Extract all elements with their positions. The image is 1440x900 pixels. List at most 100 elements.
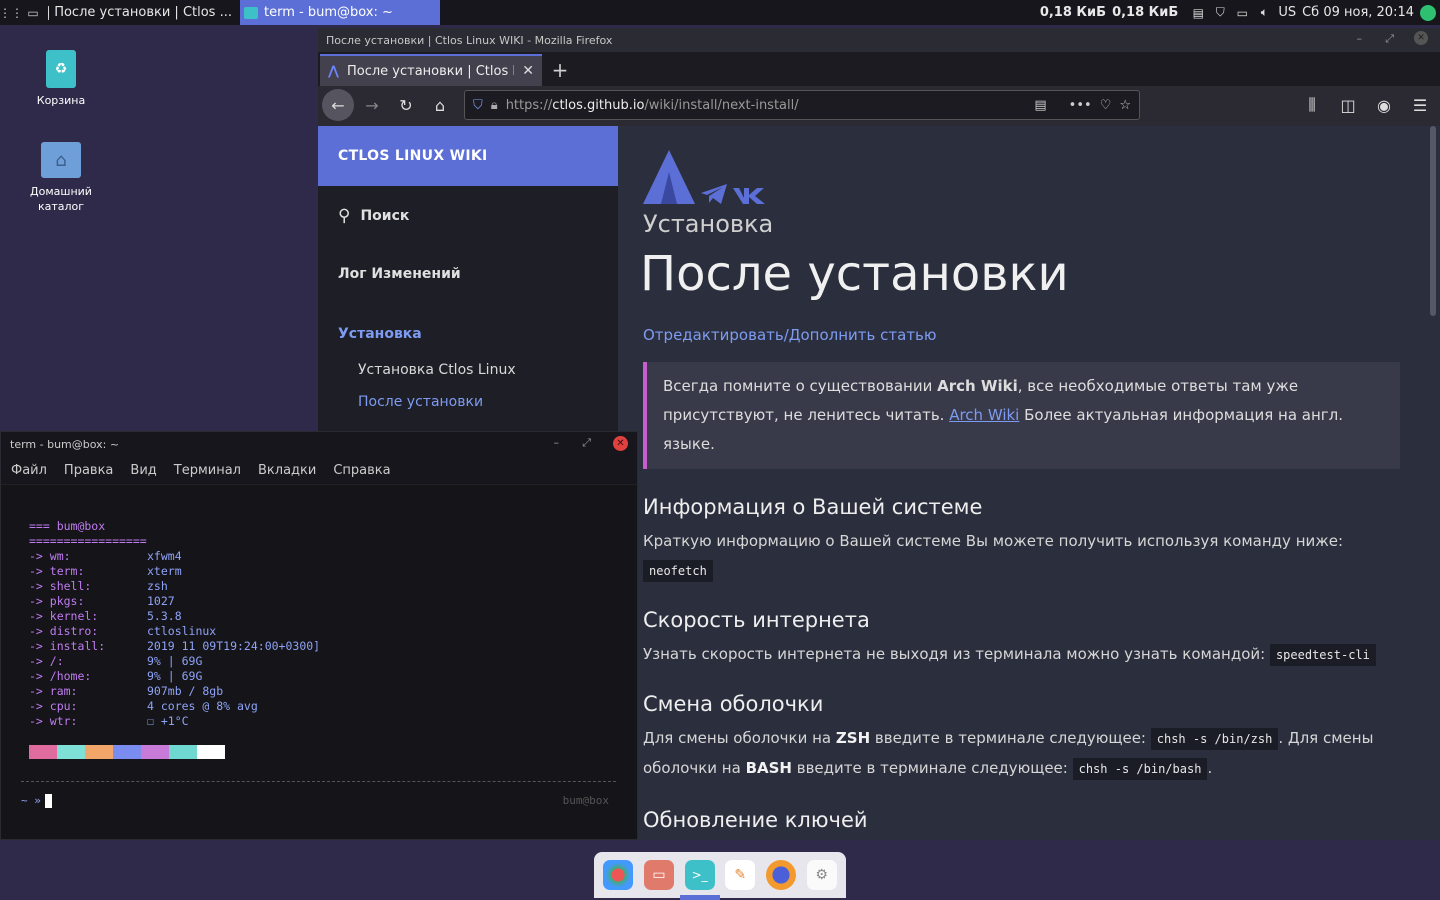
vk-icon[interactable] xyxy=(733,186,765,204)
terminal-close-icon[interactable]: ✕ xyxy=(613,436,628,451)
section-title-system-info: Информация о Вашей системе xyxy=(643,495,983,519)
updates-icon[interactable] xyxy=(1420,4,1436,21)
show-desktop-icon[interactable]: ▭ xyxy=(22,0,44,25)
fetch-row: -> kernel: 5.3.8 xyxy=(29,609,637,624)
network-icon[interactable]: ▭ xyxy=(1234,5,1250,21)
fetch-value: xterm xyxy=(147,564,182,578)
menu-edit[interactable]: Правка xyxy=(64,463,113,478)
account-button[interactable]: ◉ xyxy=(1368,89,1400,121)
volume-icon[interactable]: 🔈︎ xyxy=(1256,5,1272,21)
dock-editor-icon[interactable]: ✎ xyxy=(725,860,756,890)
new-tab-button[interactable]: + xyxy=(542,54,578,86)
sidebar-search[interactable]: ⚲ Поиск xyxy=(318,206,618,226)
fetch-value: zsh xyxy=(147,579,168,593)
fetch-key: -> shell: xyxy=(29,579,92,593)
desktop-home[interactable]: ⌂ Домашний каталог xyxy=(16,142,106,214)
tab-title: После установки | Ctlos L xyxy=(346,63,515,79)
menu-button[interactable]: ☰ xyxy=(1404,89,1436,121)
arrow-left-icon: ← xyxy=(331,95,345,115)
fetch-key: -> wm: xyxy=(29,549,71,563)
home-button[interactable]: ⌂ xyxy=(424,89,456,121)
back-button[interactable]: ← xyxy=(322,89,354,121)
minimize-icon[interactable]: – xyxy=(1357,32,1363,45)
dock-terminal-icon[interactable]: >_ xyxy=(684,860,715,890)
net-up-speed: 0,18 КиБ xyxy=(1112,5,1179,20)
terminal-minimize-icon[interactable]: – xyxy=(554,436,560,449)
dock-active-indicator xyxy=(680,895,720,900)
code-neofetch: neofetch xyxy=(643,560,713,582)
apps-menu-icon[interactable]: ⋮⋮ xyxy=(0,0,23,25)
lock-icon[interactable]: 🔒︎ xyxy=(491,98,498,113)
sidebar-item-after-install[interactable]: После установки xyxy=(318,394,618,410)
close-icon[interactable]: ✕ xyxy=(1414,31,1428,45)
page-actions-icon[interactable]: ••• xyxy=(1069,98,1092,113)
sidebar-item-changelog[interactable]: Лог Изменений xyxy=(318,266,618,282)
bookmark-star-icon[interactable]: ☆ xyxy=(1119,98,1131,113)
menu-tabs[interactable]: Вкладки xyxy=(258,463,316,478)
keyboard-layout[interactable]: US xyxy=(1278,5,1296,20)
sidebar-item-install[interactable]: Установка xyxy=(318,326,618,342)
clipboard-icon[interactable]: ▤ xyxy=(1190,5,1206,21)
terminal-output[interactable]: === bum@box ================= -> wm: xfwm… xyxy=(1,485,637,808)
account-icon: ◉ xyxy=(1377,95,1391,115)
dock-firefox-icon[interactable] xyxy=(765,860,796,890)
dock-files-icon[interactable]: ▭ xyxy=(643,860,674,890)
sidebar-icon: ◫ xyxy=(1340,95,1356,115)
wiki-brand[interactable]: CTLOS LINUX WIKI xyxy=(318,126,618,186)
tracking-shield-icon[interactable]: ⛉ xyxy=(473,98,483,113)
ctlos-logo-icon[interactable] xyxy=(643,150,695,204)
article-kicker: Установка xyxy=(643,210,774,238)
code-chsh-bash: chsh -s /bin/bash xyxy=(1072,758,1208,780)
fetch-value: 1027 xyxy=(147,594,175,608)
url-host: ctlos.github.io xyxy=(552,97,645,113)
clock[interactable]: Сб 09 ноя, 20:14 xyxy=(1302,5,1414,20)
shell-prompt[interactable]: ~ » xyxy=(21,793,52,808)
dock-settings-icon[interactable]: ⚙ xyxy=(806,860,837,890)
taskbar-item-terminal[interactable]: term - bum@box: ~ xyxy=(240,0,440,25)
note-block: Всегда помните о существовании Arch Wiki… xyxy=(643,362,1400,469)
terminal-task-icon xyxy=(244,6,258,19)
menu-terminal[interactable]: Терминал xyxy=(174,463,241,478)
page-scrollbar[interactable] xyxy=(1430,126,1436,316)
tab-close-icon[interactable]: ✕ xyxy=(522,63,534,79)
taskbar-item-firefox[interactable]: После установки | Ctlos ... xyxy=(44,0,240,25)
url-bar[interactable]: ⛉ 🔒︎ https://ctlos.github.io/wiki/instal… xyxy=(464,90,1140,120)
palette-swatch xyxy=(197,745,225,759)
terminal-maximize-icon[interactable]: ⤢ xyxy=(582,436,591,450)
shield-icon[interactable]: ⛉ xyxy=(1212,5,1228,21)
arch-wiki-link[interactable]: Arch Wiki xyxy=(949,406,1019,424)
color-palette xyxy=(29,745,637,759)
palette-swatch xyxy=(169,745,197,759)
menu-help[interactable]: Справка xyxy=(333,463,390,478)
desktop-home-label: Домашний каталог xyxy=(30,185,92,213)
edit-article-link[interactable]: Отредактировать/Дополнить статью xyxy=(643,326,1440,344)
desktop-trash[interactable]: ♻ Корзина xyxy=(16,50,106,107)
pocket-icon[interactable]: ♡ xyxy=(1100,98,1112,113)
sidebar-item-install-ctlos[interactable]: Установка Ctlos Linux xyxy=(318,362,618,378)
fetch-row: -> ram: 907mb / 8gb xyxy=(29,684,637,699)
fetch-key: -> kernel: xyxy=(29,609,99,623)
browser-tab[interactable]: ⋀ После установки | Ctlos L ✕ xyxy=(320,54,542,86)
library-button[interactable]: ⫼ xyxy=(1296,89,1328,121)
firefox-titlebar[interactable]: После установки | Ctlos Linux WIKI - Moz… xyxy=(318,28,1440,52)
section-text-speed: Узнать скорость интернета не выходя из т… xyxy=(643,640,1400,670)
reader-view-icon[interactable]: ▤ xyxy=(1034,98,1046,113)
menu-file[interactable]: Файл xyxy=(11,463,47,478)
palette-swatch xyxy=(141,745,169,759)
dock-chromium-icon[interactable] xyxy=(603,860,634,890)
palette-swatch xyxy=(113,745,141,759)
menu-view[interactable]: Вид xyxy=(130,463,156,478)
telegram-icon[interactable] xyxy=(701,184,727,204)
terminal-titlebar[interactable]: term - bum@box: ~ – ⤢ ✕ xyxy=(1,432,637,457)
forward-button[interactable]: → xyxy=(356,89,388,121)
hamburger-icon: ☰ xyxy=(1412,95,1428,115)
sidebar-button[interactable]: ◫ xyxy=(1332,89,1364,121)
reload-button[interactable]: ↻ xyxy=(390,89,422,121)
fetch-row: -> wm: xfwm4 xyxy=(29,549,637,564)
fetch-value: 907mb / 8gb xyxy=(147,684,224,698)
url-text[interactable]: https://ctlos.github.io/wiki/install/nex… xyxy=(506,98,1027,113)
tab-strip: ⋀ После установки | Ctlos L ✕ + xyxy=(318,52,1440,86)
maximize-icon[interactable]: ⤢ xyxy=(1385,32,1394,46)
section-title-speed: Скорость интернета xyxy=(643,608,870,632)
section-title-keys: Обновление ключей xyxy=(643,808,868,832)
